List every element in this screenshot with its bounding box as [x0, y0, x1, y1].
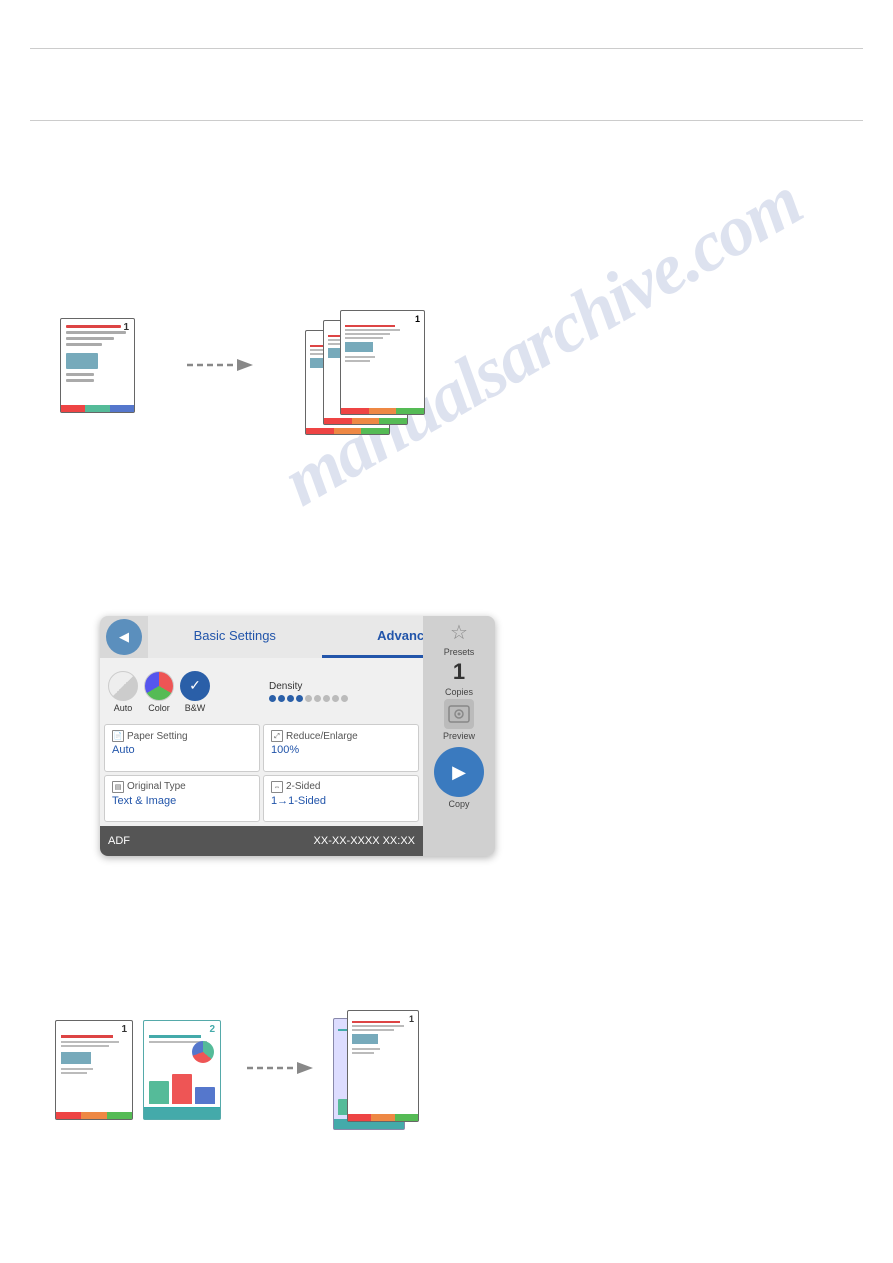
reduce-enlarge-label: Reduce/Enlarge: [286, 731, 358, 742]
second-rule: [30, 120, 863, 121]
printer-status-bar: ADF XX-XX-XXXX XX:XX: [100, 826, 423, 856]
printer-ui: Basic Settings Advanced Auto Color B&W: [100, 616, 495, 856]
top-illustration: 1 1: [60, 310, 425, 420]
stack-doc-front: 1: [340, 310, 425, 415]
auto-circle: [108, 671, 138, 701]
source-doc-2: 2: [143, 1020, 221, 1120]
two-sided-icon: ⇔: [271, 781, 283, 793]
paper-setting-cell[interactable]: 📄 Paper Setting Auto: [104, 724, 260, 771]
color-label: Color: [148, 703, 170, 713]
bw-option[interactable]: B&W: [180, 671, 210, 713]
page-num-s1: 1: [121, 1024, 127, 1035]
dl-bar: [306, 428, 389, 434]
result-two-sided: 2 1: [339, 1010, 434, 1130]
reduce-enlarge-value: 100%: [271, 744, 411, 756]
doc-line-1: [66, 331, 126, 334]
auto-label: Auto: [114, 703, 133, 713]
original-type-cell[interactable]: ▤ Original Type Text & Image: [104, 775, 260, 822]
original-type-title: ▤ Original Type: [112, 781, 252, 793]
density-dot-3: [287, 695, 294, 702]
stack-doc-front-inner: 1: [341, 311, 424, 414]
output-document-stack: 1 1: [305, 310, 425, 420]
printer-right-panel: ☆ Presets 1 Copies Preview Copy: [423, 616, 495, 856]
doc-line-5: [66, 379, 94, 382]
presets-label: Presets: [444, 647, 475, 657]
two-sided-label: 2-Sided: [286, 781, 320, 792]
source-doc-1: 1: [55, 1020, 133, 1120]
paper-icon: 📄: [112, 730, 124, 742]
original-type-icon: ▤: [112, 781, 124, 793]
paper-setting-value: Auto: [112, 744, 252, 756]
bottom-bar: [61, 405, 134, 412]
paper-setting-title: 📄 Paper Setting: [112, 730, 252, 742]
original-type-value: Text & Image: [112, 795, 252, 807]
doc-line-3: [66, 343, 102, 346]
color-selection-row: Auto Color B&W: [104, 662, 260, 721]
bw-label: B&W: [185, 703, 206, 713]
bw-circle: [180, 671, 210, 701]
copies-label: Copies: [445, 687, 473, 697]
bar-blue: [110, 405, 134, 412]
status-right: XX-XX-XXXX XX:XX: [314, 835, 415, 847]
density-dot-7: [323, 695, 330, 702]
density-dot-4: [296, 695, 303, 702]
source-bar-chart: [149, 1066, 215, 1104]
two-sided-cell[interactable]: ⇔ 2-Sided 1→1-Sided: [263, 775, 419, 822]
density-section: Density: [263, 662, 419, 721]
copy-label: Copy: [448, 799, 469, 809]
density-label: Density: [269, 681, 413, 692]
paper-setting-label: Paper Setting: [127, 731, 188, 742]
source-document: 1: [60, 318, 135, 413]
density-dot-6: [314, 695, 321, 702]
copy-button[interactable]: [434, 747, 484, 797]
result-front-page: 1: [347, 1010, 419, 1122]
page-number: 1: [123, 322, 129, 333]
reduce-enlarge-cell[interactable]: ⤢ Reduce/Enlarge 100%: [263, 724, 419, 771]
density-bar[interactable]: [269, 695, 413, 702]
two-sided-value: 1→1-Sided: [271, 795, 411, 807]
color-circle: [144, 671, 174, 701]
doc-line-red: [66, 325, 121, 328]
presets-star-icon: ☆: [450, 620, 468, 645]
reduce-enlarge-title: ⤢ Reduce/Enlarge: [271, 730, 411, 742]
bottom-illustration: 1 2: [55, 1010, 434, 1130]
top-rule: [30, 48, 863, 49]
doc-blue-box: [66, 353, 98, 369]
doc-line-4: [66, 373, 94, 376]
density-dot-1: [269, 695, 276, 702]
original-type-label: Original Type: [127, 781, 186, 792]
tab-basic-settings[interactable]: Basic Settings: [148, 616, 322, 658]
printer-main-area: Auto Color B&W Density: [100, 658, 423, 826]
two-sided-title: ⇔ 2-Sided: [271, 781, 411, 793]
copies-value: 1: [453, 659, 465, 685]
auto-option[interactable]: Auto: [108, 671, 138, 713]
density-dot-5: [305, 695, 312, 702]
reduce-icon: ⤢: [271, 730, 283, 742]
page-num-s2: 2: [209, 1024, 215, 1035]
density-dot-9: [341, 695, 348, 702]
density-dot-8: [332, 695, 339, 702]
doc-line-2: [66, 337, 114, 340]
status-left: ADF: [108, 835, 130, 847]
bar-red: [61, 405, 85, 412]
preview-label: Preview: [443, 731, 475, 741]
color-option[interactable]: Color: [144, 671, 174, 713]
source-pie-chart: [192, 1041, 214, 1063]
density-dot-2: [278, 695, 285, 702]
page-num-1: 1: [415, 314, 420, 324]
arrow-dashed: [185, 353, 255, 377]
page-container: manualsarchive.com 1: [0, 0, 893, 1263]
bottom-arrow: [245, 1056, 315, 1085]
bar-green: [85, 405, 109, 412]
preview-icon[interactable]: [444, 699, 474, 729]
back-button[interactable]: [106, 619, 142, 655]
